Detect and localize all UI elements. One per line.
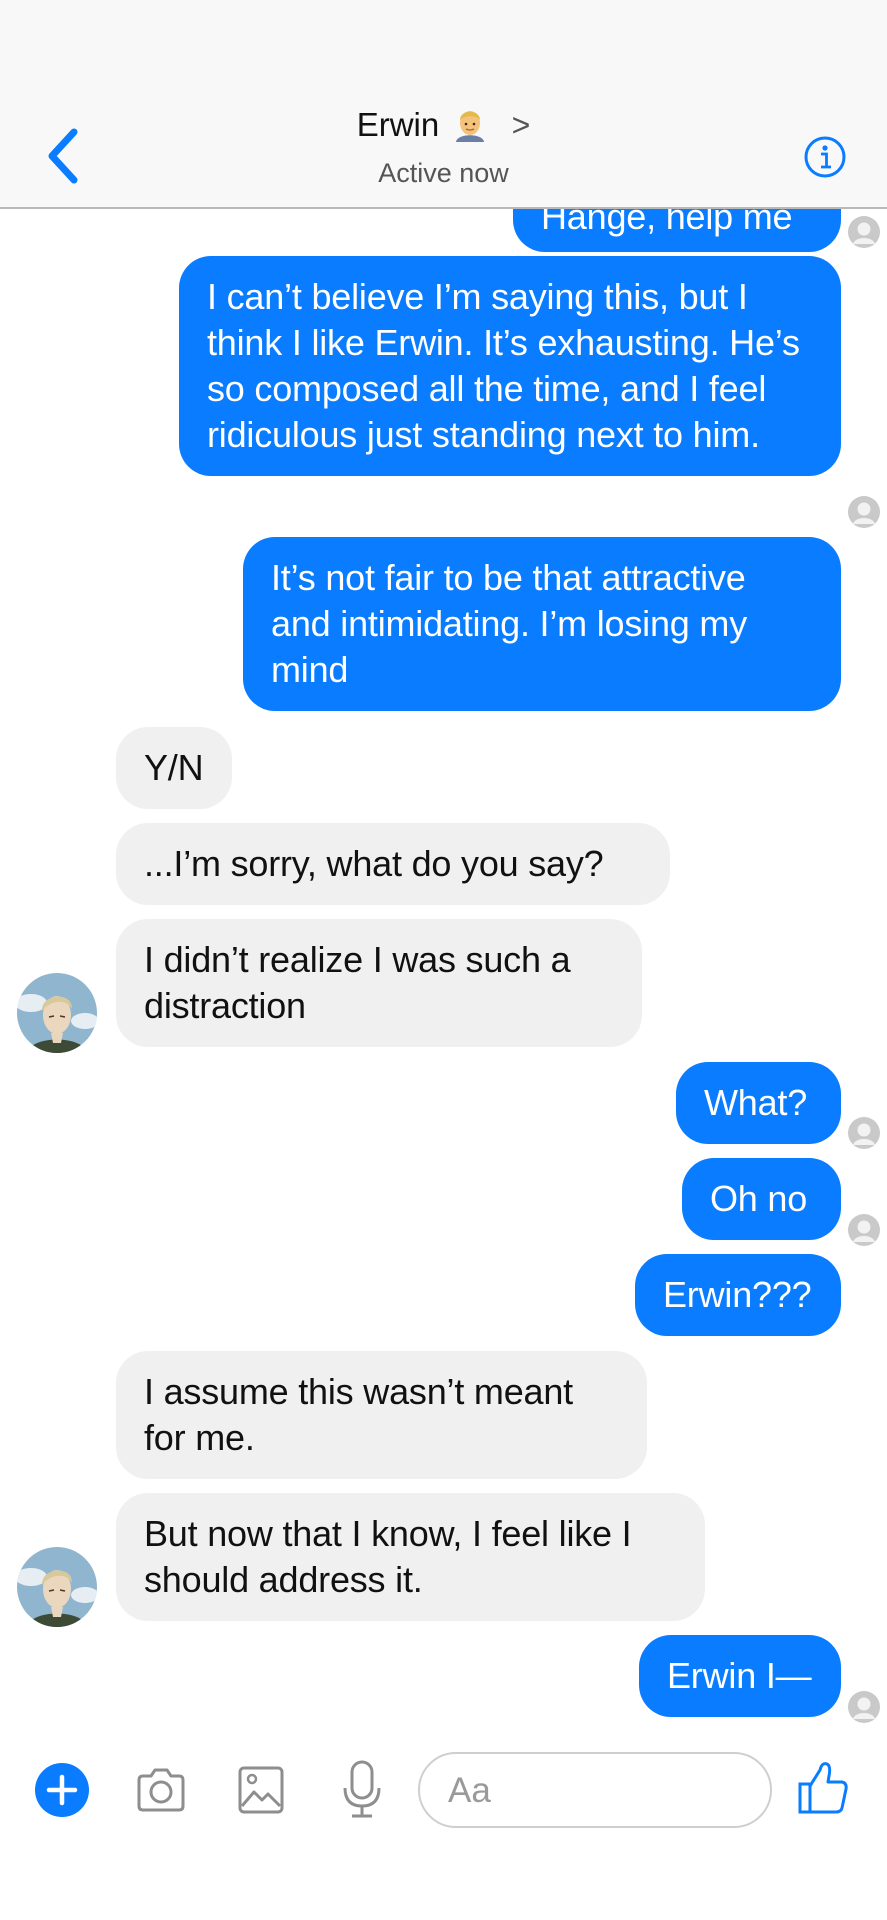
message-list: Hange, help me I can’t believe I’m sayin…	[0, 0, 887, 1920]
message-text: Y/N	[144, 747, 204, 788]
contact-avatar[interactable]	[17, 973, 97, 1053]
message-text: What?	[704, 1082, 808, 1123]
message-input[interactable]: Aa	[418, 1752, 772, 1828]
conversation-header: Erwin > Active now	[0, 0, 887, 209]
message-bubble-outgoing[interactable]: I can’t believe I’m saying this, but I t…	[179, 256, 841, 476]
message-text: I can’t believe I’m saying this, but I t…	[207, 276, 800, 455]
contact-title[interactable]: Erwin >	[0, 106, 887, 144]
message-bubble-outgoing[interactable]: It’s not fair to be that attractive and …	[243, 537, 841, 711]
thumbs-up-icon[interactable]	[796, 1758, 850, 1818]
plus-icon[interactable]	[34, 1762, 90, 1818]
message-composer: Aa	[0, 1740, 887, 1840]
read-receipt-icon	[848, 1214, 880, 1246]
message-bubble-incoming[interactable]: But now that I know, I feel like I shoul…	[116, 1493, 705, 1621]
message-text: Erwin???	[663, 1274, 812, 1315]
info-icon[interactable]	[803, 135, 847, 179]
message-bubble-outgoing[interactable]: What?	[676, 1062, 841, 1144]
message-bubble-outgoing[interactable]: Erwin???	[635, 1254, 841, 1336]
message-text: It’s not fair to be that attractive and …	[271, 557, 748, 690]
read-receipt-icon	[848, 216, 880, 248]
message-text: Erwin I—	[667, 1655, 812, 1696]
message-bubble-outgoing[interactable]: Erwin I—	[639, 1635, 841, 1717]
chevron-right-icon: >	[511, 107, 531, 143]
contact-name: Erwin	[356, 106, 440, 143]
camera-icon[interactable]	[133, 1762, 189, 1818]
avatar-image	[17, 973, 97, 1053]
read-receipt-icon	[848, 496, 880, 528]
message-text: Oh no	[710, 1178, 808, 1219]
message-text: ...I’m sorry, what do you say?	[144, 843, 604, 884]
image-icon[interactable]	[236, 1762, 286, 1818]
message-bubble-incoming[interactable]: I didn’t realize I was such a distractio…	[116, 919, 642, 1047]
read-receipt-icon	[848, 1691, 880, 1723]
message-bubble-incoming[interactable]: Y/N	[116, 727, 232, 809]
message-bubble-incoming[interactable]: ...I’m sorry, what do you say?	[116, 823, 670, 905]
message-bubble-incoming[interactable]: I assume this wasn’t meant for me.	[116, 1351, 647, 1479]
man-emoji-icon	[456, 111, 485, 142]
read-receipt-icon	[848, 1117, 880, 1149]
microphone-icon[interactable]	[340, 1758, 384, 1822]
input-placeholder: Aa	[448, 1771, 491, 1810]
message-bubble-outgoing[interactable]: Oh no	[682, 1158, 841, 1240]
active-status: Active now	[378, 158, 509, 188]
message-text: But now that I know, I feel like I shoul…	[144, 1513, 632, 1600]
message-text: I assume this wasn’t meant for me.	[144, 1371, 573, 1458]
contact-avatar[interactable]	[17, 1547, 97, 1627]
avatar-image	[17, 1547, 97, 1627]
message-text: I didn’t realize I was such a distractio…	[144, 939, 571, 1026]
